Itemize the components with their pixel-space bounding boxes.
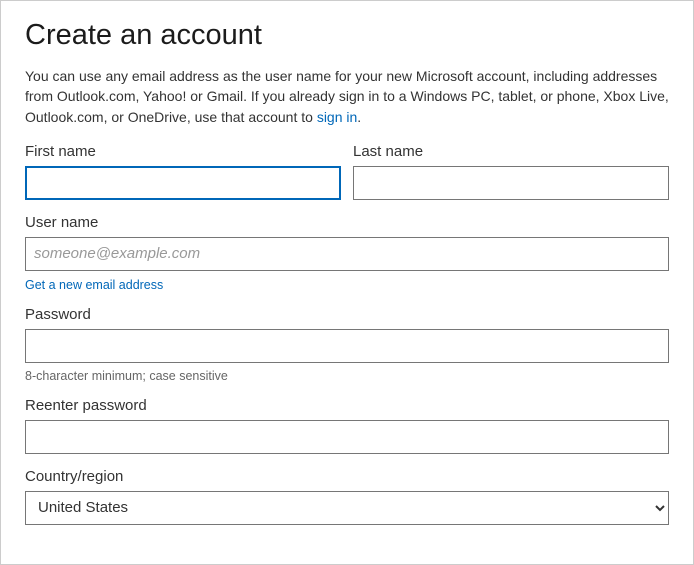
user-name-input[interactable] — [25, 237, 669, 271]
get-new-email-link[interactable]: Get a new email address — [25, 278, 163, 292]
country-region-label: Country/region — [25, 468, 669, 485]
password-label: Password — [25, 306, 669, 323]
account-create-panel: Create an account You can use any email … — [0, 0, 694, 565]
page-title: Create an account — [25, 19, 669, 52]
last-name-label: Last name — [353, 143, 669, 160]
reenter-password-input[interactable] — [25, 420, 669, 454]
sign-in-link[interactable]: sign in — [317, 109, 357, 125]
user-name-label: User name — [25, 214, 669, 231]
password-hint: 8-character minimum; case sensitive — [25, 369, 669, 383]
first-name-label: First name — [25, 143, 341, 160]
first-name-input[interactable] — [25, 166, 341, 200]
reenter-password-label: Reenter password — [25, 397, 669, 414]
last-name-input[interactable] — [353, 166, 669, 200]
intro-text-suffix: . — [357, 109, 361, 125]
intro-text: You can use any email address as the use… — [25, 66, 669, 127]
password-input[interactable] — [25, 329, 669, 363]
country-region-select[interactable]: United States — [25, 491, 669, 525]
